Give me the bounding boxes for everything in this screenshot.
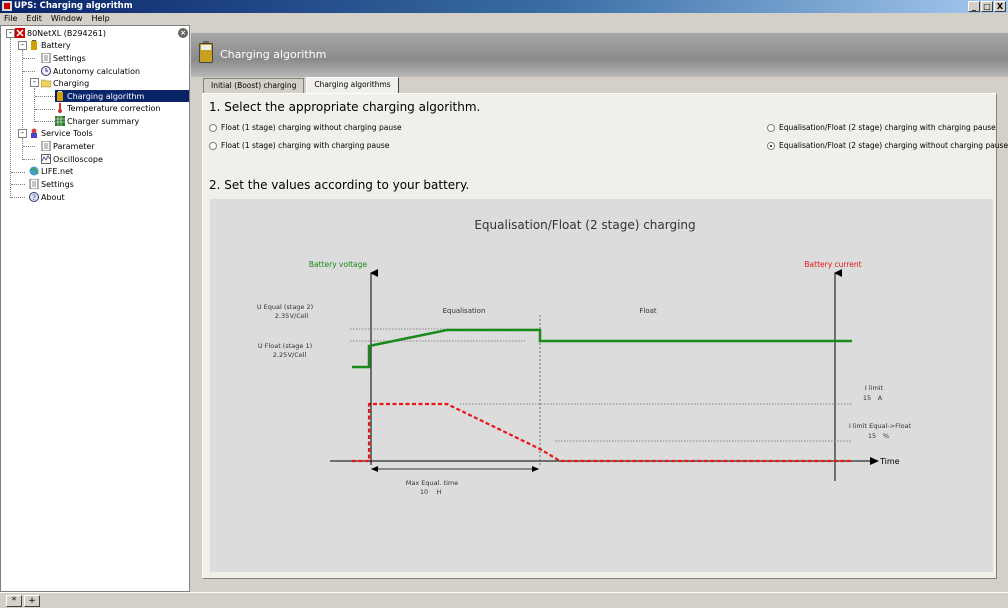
battery-icon [57, 91, 63, 101]
charging-diagram: Equalisation/Float (2 stage) charging Ba… [210, 199, 993, 572]
max-equal-time-unit: H [437, 488, 442, 496]
radio-equal-no-pause[interactable]: Equalisation/Float (2 stage) charging wi… [767, 141, 1008, 150]
settings-page-icon [41, 53, 51, 63]
section-1-heading: 1. Select the appropriate charging algor… [209, 100, 481, 114]
page-header: Charging algorithm [191, 33, 1008, 77]
u-float-value: 2.25 [273, 351, 287, 359]
tree-item-about[interactable]: ? About [29, 191, 65, 203]
tab-charging-algorithms[interactable]: Charging algorithms [306, 77, 399, 93]
tab-initial-boost-charging[interactable]: Initial (Boost) charging [203, 78, 305, 93]
u-float-unit: V/Cell [288, 351, 307, 359]
i-limit-ef-unit: % [883, 432, 889, 440]
menu-help[interactable]: Help [91, 13, 109, 25]
tree-item-settings[interactable]: Settings [29, 178, 74, 190]
battery-icon [199, 41, 213, 63]
info-icon: ? [29, 192, 39, 202]
tree-item-service-tools[interactable]: Service Tools [29, 127, 93, 139]
section-2-heading: 2. Set the values according to your batt… [209, 178, 470, 192]
tree-item-root[interactable]: 80NetXL (B294261) [15, 27, 106, 39]
navigation-tree: × - 80NetXL (B294261) - Battery Settings… [0, 25, 190, 592]
window-title: UPS: Charging algorithm [14, 1, 133, 11]
folder-icon [41, 79, 51, 88]
service-tools-icon [31, 128, 37, 138]
close-button[interactable]: X [994, 1, 1006, 12]
diagram-title: Equalisation/Float (2 stage) charging [474, 218, 695, 232]
battery-icon [31, 40, 37, 50]
u-equal-value: 2.35 [275, 312, 289, 320]
battery-voltage-label: Battery voltage [309, 260, 368, 269]
current-curve [352, 402, 852, 463]
float-phase-label: Float [639, 307, 657, 315]
max-equal-time-label: Max Equal. time [406, 479, 458, 487]
tree-item-charger-summary[interactable]: Charger summary [55, 115, 139, 127]
tab-content: 1. Select the appropriate charging algor… [202, 93, 1008, 579]
close-panel-icon[interactable]: × [178, 28, 188, 38]
i-limit-value: 15 [863, 394, 871, 402]
add-button[interactable]: + [24, 595, 40, 607]
tree-item-charging[interactable]: Charging [41, 77, 89, 89]
tab-strip: Initial (Boost) charging Charging algori… [203, 77, 401, 93]
battery-current-label: Battery current [804, 260, 861, 269]
u-equal-label: U Equal (stage 2) [257, 303, 313, 311]
title-bar: UPS: Charging algorithm _ □ X [0, 0, 1008, 13]
charging-diagram-svg: Equalisation/Float (2 stage) charging Ba… [257, 218, 912, 496]
i-limit-ef-value: 15 [868, 432, 876, 440]
ups-device-icon [15, 28, 25, 38]
i-limit-ef-label: I limit Equal->Float [849, 422, 912, 430]
menu-edit[interactable]: Edit [26, 13, 42, 25]
max-equal-time-value: 10 [420, 488, 428, 496]
minimize-button[interactable]: _ [968, 1, 980, 12]
oscilloscope-icon [41, 154, 51, 164]
bottom-bar: * + [0, 592, 1008, 608]
settings-page-icon [29, 179, 39, 189]
u-float-label: U Float (stage 1) [258, 342, 312, 350]
tree-item-parameter[interactable]: Parameter [41, 140, 95, 152]
maximize-button[interactable]: □ [981, 1, 993, 12]
parameter-page-icon [41, 141, 51, 151]
radio-float-no-pause[interactable]: Float (1 stage) charging without chargin… [209, 123, 402, 132]
tree-item-autonomy[interactable]: Autonomy calculation [41, 65, 140, 77]
tree-item-oscilloscope[interactable]: Oscilloscope [41, 153, 103, 165]
radio-equal-pause[interactable]: Equalisation/Float (2 stage) charging wi… [767, 123, 996, 132]
menu-window[interactable]: Window [51, 13, 83, 25]
svg-text:?: ? [32, 194, 36, 202]
tree-item-life-net[interactable]: LIFE.net [29, 165, 73, 177]
i-limit-unit: A [878, 394, 883, 402]
radio-float-pause[interactable]: Float (1 stage) charging with charging p… [209, 141, 389, 150]
main-panel: Charging algorithm Initial (Boost) charg… [191, 25, 1008, 592]
tree-item-charging-algorithm[interactable]: Charging algorithm [55, 90, 189, 102]
summary-grid-icon [55, 116, 65, 126]
equalisation-phase-label: Equalisation [443, 307, 486, 315]
thermometer-icon [58, 103, 62, 113]
menu-file[interactable]: File [4, 13, 17, 25]
page-title: Charging algorithm [220, 48, 327, 61]
ups-app-icon [2, 1, 12, 11]
tree-item-temperature[interactable]: Temperature correction [55, 102, 160, 114]
i-limit-label: I limit [865, 384, 884, 392]
tree-item-battery[interactable]: Battery [29, 39, 71, 51]
clock-icon [41, 66, 51, 76]
tree-item-battery-settings[interactable]: Settings [41, 52, 86, 64]
globe-icon [29, 166, 39, 176]
u-equal-unit: V/Cell [290, 312, 309, 320]
menu-bar: File Edit Window Help [0, 13, 1008, 25]
time-label: Time [879, 457, 900, 466]
voltage-curve [352, 328, 852, 369]
star-button[interactable]: * [6, 595, 22, 607]
